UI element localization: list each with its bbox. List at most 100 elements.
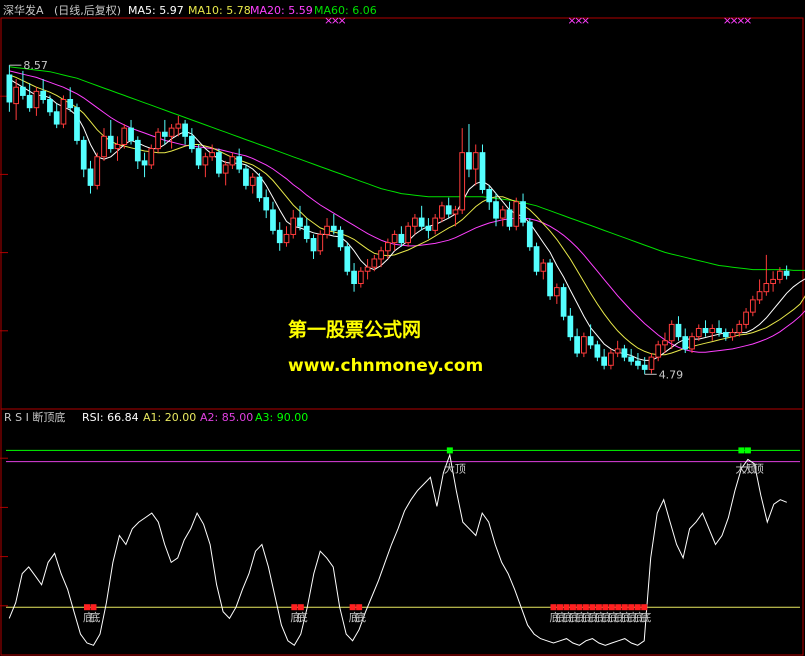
candle <box>324 218 330 239</box>
ma10-line <box>9 74 805 356</box>
candle-body <box>628 356 635 362</box>
candle-body <box>337 229 344 248</box>
candle <box>263 189 270 219</box>
candle-body <box>506 209 513 227</box>
candle <box>168 124 175 149</box>
candle <box>574 328 580 358</box>
candle-body <box>472 152 479 170</box>
candle <box>357 267 364 288</box>
ma60-legend: MA60: 6.06 <box>314 4 377 17</box>
candle-body <box>574 336 580 354</box>
candle <box>290 209 297 239</box>
candle <box>249 173 256 194</box>
candle <box>148 144 155 170</box>
candle-body <box>74 107 80 141</box>
candle <box>466 124 472 178</box>
candle-body <box>283 233 290 244</box>
candle-body <box>594 344 601 358</box>
candle <box>682 328 689 354</box>
bottom-signal-marker <box>297 604 304 611</box>
candle <box>40 79 47 104</box>
candle <box>702 320 709 337</box>
candle-body <box>695 327 702 338</box>
candle-body <box>243 168 249 186</box>
candle <box>87 160 94 194</box>
watermark-url: www.chnmoney.com <box>288 356 483 376</box>
candle <box>195 144 202 170</box>
candle-body <box>101 135 107 158</box>
candle-body <box>601 356 608 366</box>
candle-body <box>26 94 33 109</box>
candle-body <box>175 123 182 129</box>
candle <box>729 328 736 341</box>
candle-body <box>709 327 716 334</box>
bottom-signal-marker <box>550 604 557 611</box>
high-price-label: 8.57 <box>23 59 48 72</box>
candle-body <box>13 86 20 105</box>
candle <box>513 197 520 231</box>
bottom-signal-marker <box>90 604 97 611</box>
candle-body <box>161 131 168 137</box>
candle <box>587 324 594 349</box>
candle <box>783 265 790 280</box>
candle-body <box>763 283 770 293</box>
bottom-signal-marker <box>602 604 609 611</box>
candle <box>229 152 236 170</box>
a1-legend: A1: 20.00 <box>143 411 196 424</box>
candle <box>94 152 101 190</box>
candle <box>533 242 540 276</box>
candle <box>418 205 425 231</box>
bottom-signal-marker <box>563 604 570 611</box>
candle <box>134 136 141 170</box>
candle <box>47 95 53 116</box>
candle <box>175 115 182 137</box>
candle <box>344 242 351 276</box>
candle <box>635 353 641 370</box>
candle-body <box>614 348 621 354</box>
candle <box>391 230 398 251</box>
candle-body <box>648 356 655 370</box>
candle-body <box>776 270 783 280</box>
candle <box>675 316 682 341</box>
candle <box>405 222 412 247</box>
candle-body <box>40 90 47 101</box>
candle-body <box>371 258 378 268</box>
bottom-signal-marker <box>569 604 576 611</box>
candle-body <box>134 139 141 162</box>
ma20-legend: MA20: 5.59 <box>250 4 313 17</box>
candle <box>398 226 405 247</box>
candle <box>743 308 749 329</box>
candle-body <box>452 209 459 215</box>
price-panel-period: (日线,后复权) <box>54 3 121 17</box>
candle-body <box>412 217 418 227</box>
candle <box>526 218 533 251</box>
ma5-legend: MA5: 5.97 <box>128 4 184 17</box>
top-signal-marker <box>446 447 453 454</box>
candle-body <box>148 148 155 166</box>
candle <box>303 218 310 243</box>
bottom-signal-marker <box>582 604 589 611</box>
candle-body <box>749 299 756 313</box>
rsi-value-legend: RSI: 66.84 <box>82 411 139 424</box>
candle <box>310 234 317 259</box>
bottom-signal-marker <box>621 604 628 611</box>
bottom-signal-marker <box>83 604 90 611</box>
top-signal-marker <box>744 447 751 454</box>
bottom-signal-marker <box>556 604 563 611</box>
candle-body <box>459 152 466 211</box>
candle <box>128 119 134 145</box>
candle <box>472 144 479 186</box>
candle <box>614 340 621 358</box>
candle-body <box>317 233 324 252</box>
candle-body <box>445 205 452 215</box>
candle-body <box>655 344 662 358</box>
moving-average-lines <box>9 66 805 361</box>
candle-body <box>520 201 526 223</box>
candle-body <box>425 225 432 231</box>
candle <box>621 344 628 362</box>
candle <box>60 95 67 129</box>
candle-body <box>722 332 729 338</box>
candle-body <box>702 327 709 334</box>
candle <box>13 79 20 120</box>
candle <box>439 201 445 223</box>
